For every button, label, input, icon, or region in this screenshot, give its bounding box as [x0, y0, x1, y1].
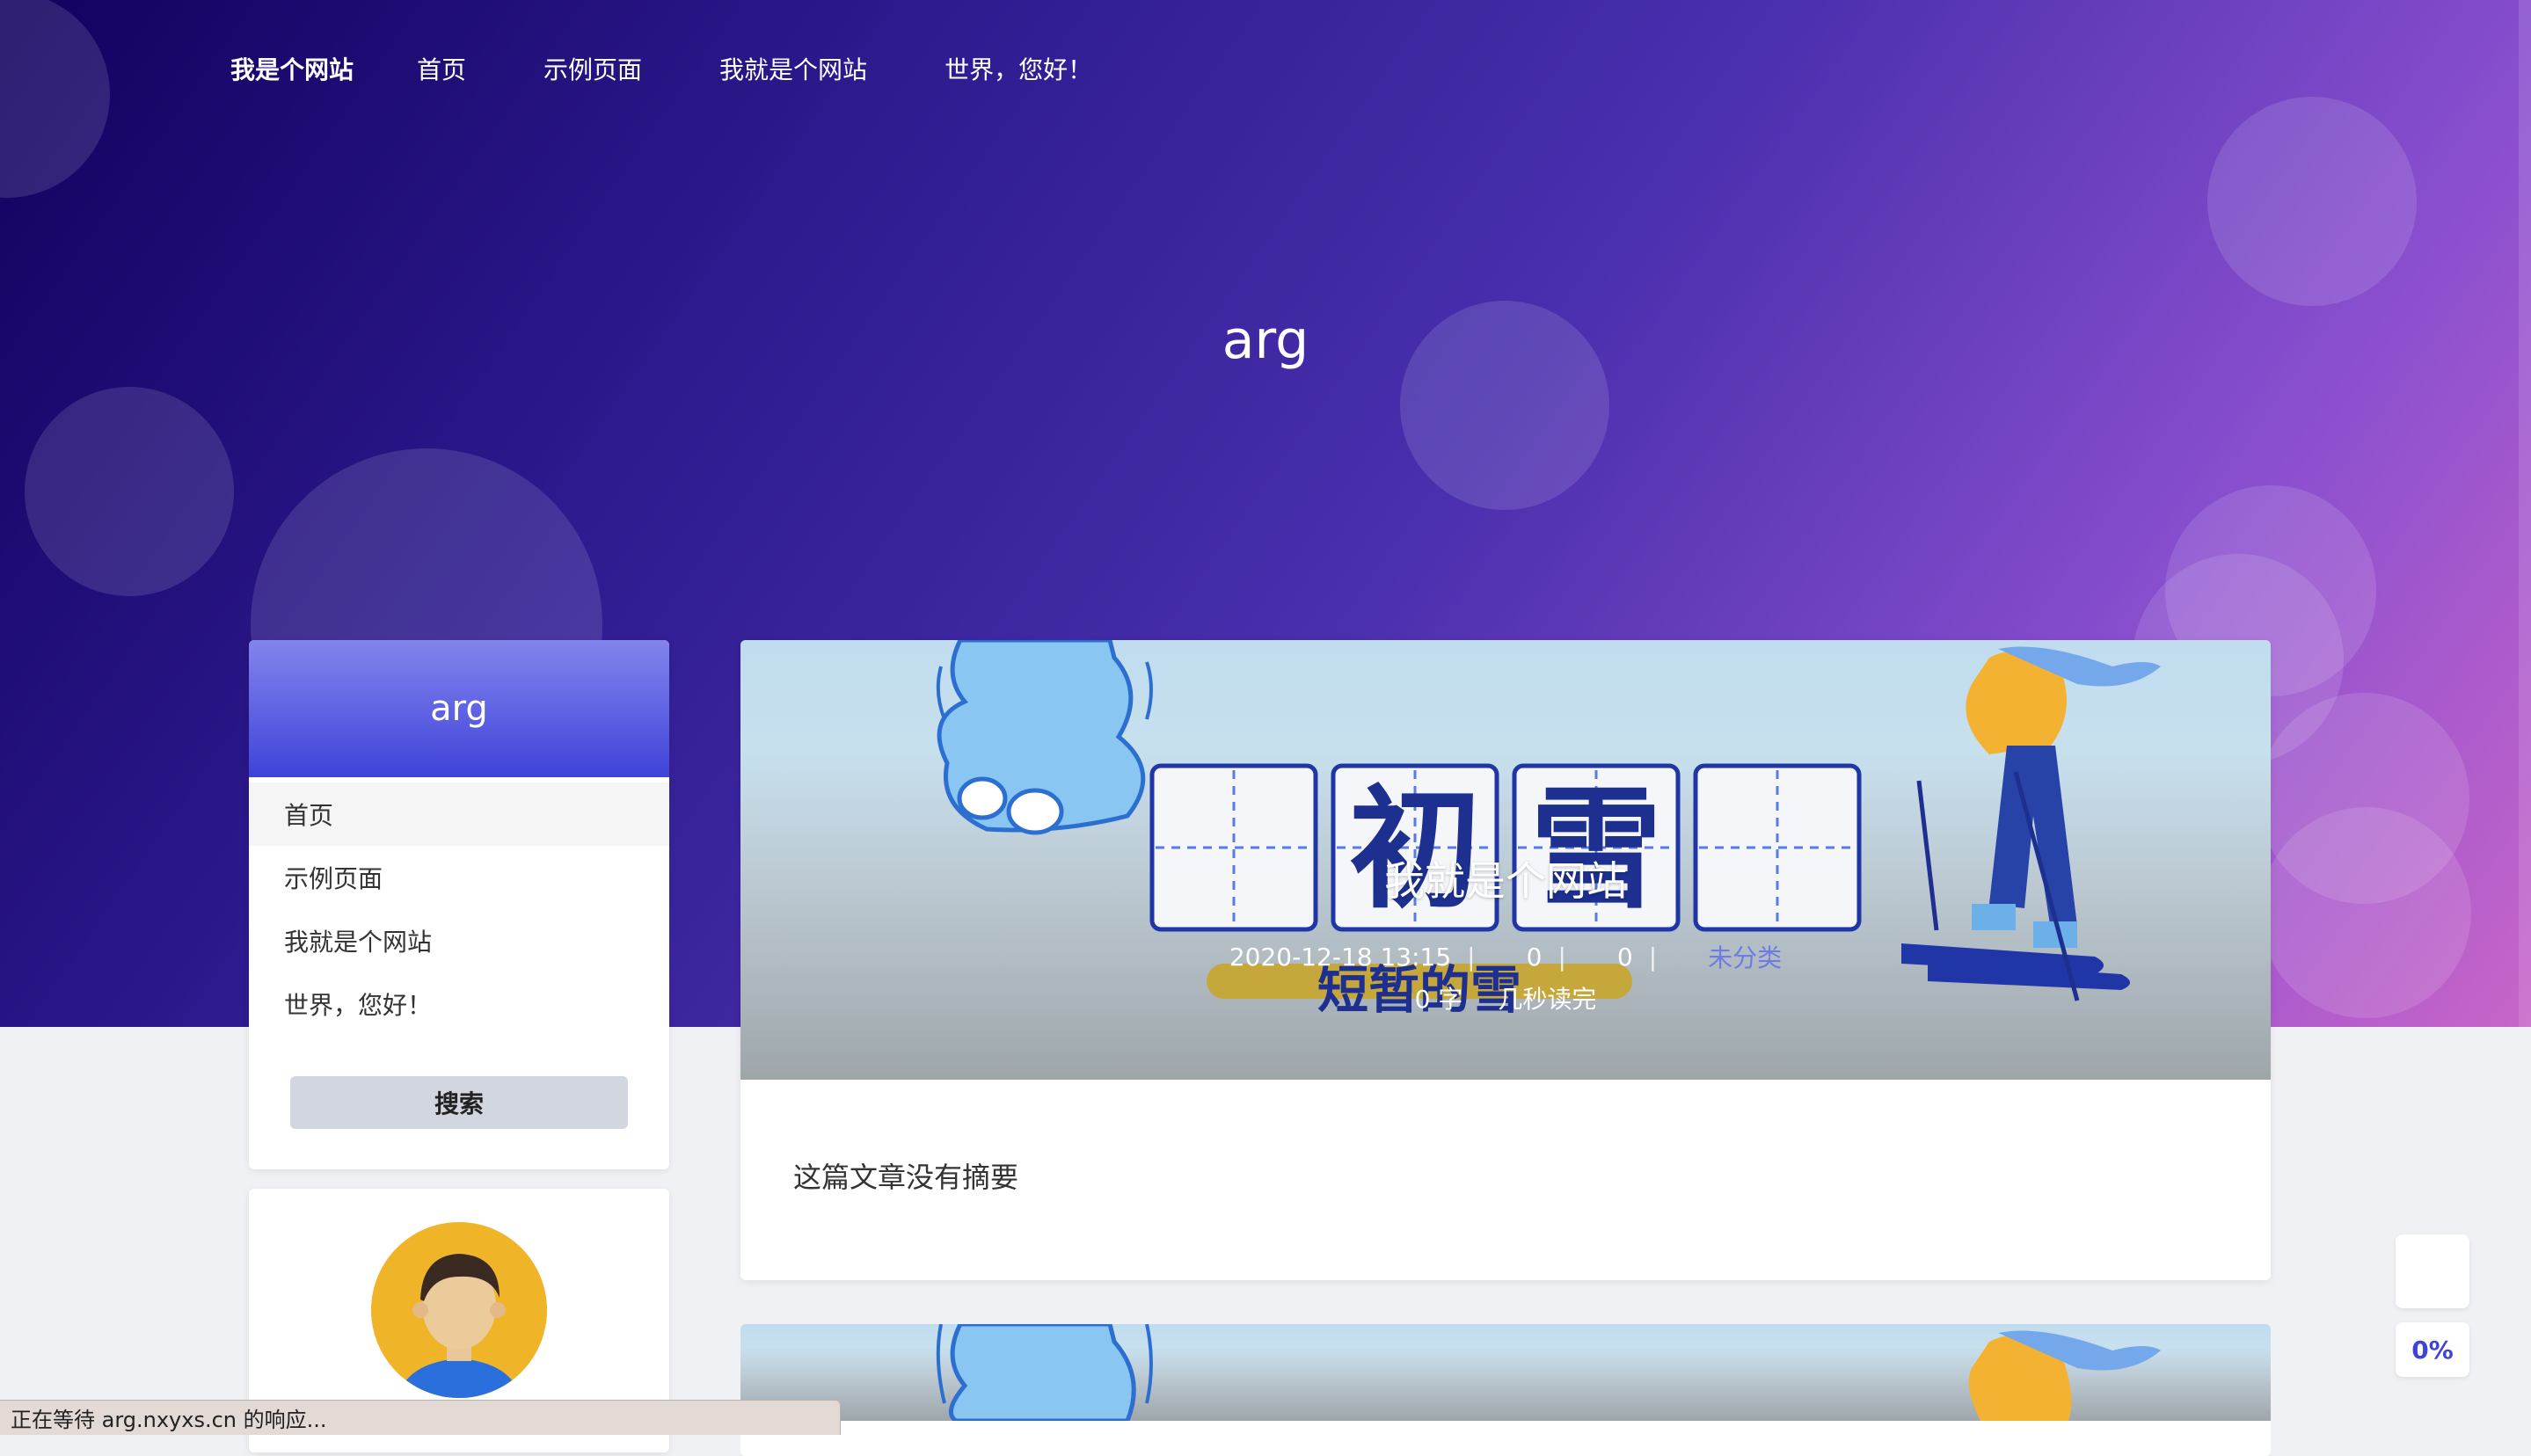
post-excerpt: 这篇文章没有摘要 [793, 1161, 1019, 1194]
page-scrollbar[interactable] [2519, 0, 2531, 1027]
sidebar-item-hello-world[interactable]: 世界，您好！ [249, 972, 669, 1036]
decor-bubble [2260, 807, 2471, 1018]
cover-illustration [936, 1324, 2161, 1421]
site-brand-link[interactable]: 我是个网站 [230, 51, 354, 86]
browser-status-bar: 正在等待 arg.nxyxs.cn 的响应... [0, 1400, 841, 1435]
meta-separator: | [1648, 942, 1658, 972]
post-category-link[interactable]: 未分类 [1708, 939, 1782, 974]
sidebar-item-site[interactable]: 我就是个网站 [249, 909, 669, 972]
cover-child-figure [936, 640, 1153, 835]
sidebar-header: arg [249, 640, 669, 777]
avatar[interactable] [371, 1222, 547, 1398]
nav-link-home[interactable]: 首页 [417, 51, 466, 86]
nav-link-sample-page[interactable]: 示例页面 [543, 51, 642, 86]
post-card[interactable]: 初 雪 短暂的雪 我就是个网站 2020-12-18 13:15 | 0 | 0… [740, 640, 2271, 1280]
decor-bubble [2207, 97, 2417, 306]
post-date: 2020-12-18 13:15 [1229, 942, 1452, 972]
search-button[interactable]: 搜索 [290, 1076, 628, 1129]
post-meta-secondary: 0 字 几秒读完 [740, 980, 2271, 1016]
sidebar-item-home[interactable]: 首页 [249, 783, 669, 846]
top-nav: 我是个网站 首页 示例页面 我就是个网站 世界，您好！ [230, 51, 1170, 86]
float-action-button[interactable] [2396, 1234, 2469, 1308]
decor-bubble [25, 387, 234, 596]
post-meta-primary: 2020-12-18 13:15 | 0 | 0 | 未分类 [740, 939, 2271, 974]
post-cover-image[interactable] [740, 1324, 2271, 1421]
post-views: 0 [1526, 942, 1543, 972]
nav-link-hello-world[interactable]: 世界，您好！ [945, 51, 1092, 86]
meta-separator: | [1467, 942, 1476, 972]
post-read-time: 几秒读完 [1498, 985, 1597, 1014]
reading-progress-indicator[interactable]: 0% [2396, 1322, 2469, 1377]
meta-separator: | [1557, 942, 1566, 972]
post-comments: 0 [1616, 942, 1633, 972]
post-card[interactable] [740, 1324, 2271, 1456]
sidebar-item-sample-page[interactable]: 示例页面 [249, 846, 669, 909]
decor-bubble [0, 0, 110, 198]
post-word-count: 0 字 [1414, 985, 1463, 1014]
post-title[interactable]: 我就是个网站 [740, 849, 2271, 907]
sidebar-menu: 首页 示例页面 我就是个网站 世界，您好！ [249, 783, 669, 1036]
post-cover-image[interactable]: 初 雪 短暂的雪 我就是个网站 2020-12-18 13:15 | 0 | 0… [740, 640, 2271, 1080]
avatar-illustration [371, 1222, 547, 1398]
nav-link-site[interactable]: 我就是个网站 [719, 51, 867, 86]
sidebar-menu-card: arg 首页 示例页面 我就是个网站 世界，您好！ 搜索 [249, 640, 669, 1169]
hero-title: arg [1222, 309, 1309, 371]
